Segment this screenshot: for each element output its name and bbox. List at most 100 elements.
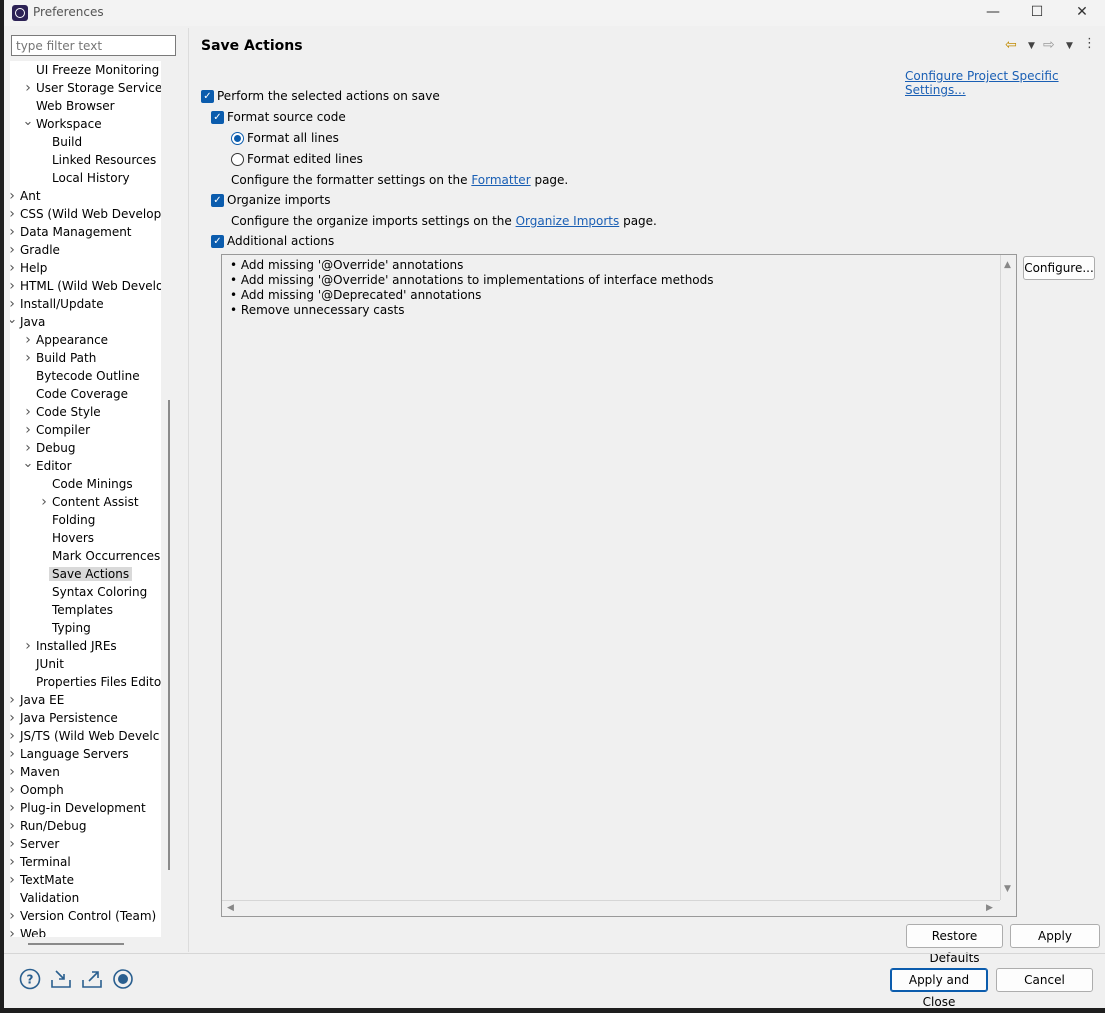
- tree-item[interactable]: ›Run/Debug: [10, 817, 87, 835]
- chevron-down-icon[interactable]: ⌄: [20, 455, 36, 473]
- tree-item[interactable]: ›CSS (Wild Web Develop: [10, 205, 161, 223]
- forward-arrow-icon[interactable]: ⇨: [1043, 37, 1055, 53]
- tree-item[interactable]: ›HTML (Wild Web Develo: [10, 277, 161, 295]
- tree-item[interactable]: ›Maven: [10, 763, 60, 781]
- tree-item[interactable]: UI Freeze Monitoring: [20, 61, 159, 79]
- additional-actions-list[interactable]: Add missing '@Override' annotationsAdd m…: [221, 254, 1017, 917]
- tree-item[interactable]: ›Install/Update: [10, 295, 104, 313]
- chevron-right-icon[interactable]: ›: [20, 637, 36, 655]
- tree-item[interactable]: ›Ant: [10, 187, 41, 205]
- tree-item[interactable]: ›Gradle: [10, 241, 60, 259]
- tree-item[interactable]: ›Help: [10, 259, 47, 277]
- tree-item[interactable]: › User Storage Service: [20, 79, 161, 97]
- tree-vertical-scrollbar[interactable]: [168, 400, 170, 870]
- chevron-right-icon[interactable]: ›: [10, 709, 20, 727]
- chevron-right-icon[interactable]: ›: [10, 925, 20, 937]
- close-button[interactable]: ✕: [1059, 0, 1105, 26]
- view-menu-icon[interactable]: ⋮: [1083, 36, 1096, 51]
- tree-item[interactable]: Syntax Coloring: [36, 583, 147, 601]
- chevron-down-icon[interactable]: ⌄: [10, 311, 20, 329]
- chevron-right-icon[interactable]: ›: [20, 331, 36, 349]
- tree-horizontal-scrollbar[interactable]: [28, 943, 124, 945]
- tree-item[interactable]: › Code Style: [20, 403, 101, 421]
- tree-item[interactable]: › Installed JREs: [20, 637, 116, 655]
- maximize-button[interactable]: ☐: [1014, 0, 1060, 26]
- additional-actions-checkbox[interactable]: ✓: [211, 235, 224, 248]
- minimize-button[interactable]: —: [970, 0, 1016, 26]
- chevron-right-icon[interactable]: ›: [10, 835, 20, 853]
- actions-horizontal-scrollbar[interactable]: ◀ ▶: [222, 900, 1000, 916]
- chevron-right-icon[interactable]: ›: [10, 241, 20, 259]
- perform-actions-checkbox[interactable]: ✓: [201, 90, 214, 103]
- import-icon[interactable]: [50, 968, 72, 990]
- tree-item[interactable]: Build: [36, 133, 82, 151]
- tree-item[interactable]: ›Oomph: [10, 781, 64, 799]
- tree-item[interactable]: Linked Resources: [36, 151, 156, 169]
- tree-item[interactable]: ›Data Management: [10, 223, 132, 241]
- tree-item[interactable]: › Appearance: [20, 331, 108, 349]
- tree-item[interactable]: ⌄ Java: [10, 311, 45, 331]
- chevron-right-icon[interactable]: ›: [10, 187, 20, 205]
- chevron-right-icon[interactable]: ›: [10, 817, 20, 835]
- chevron-right-icon[interactable]: ›: [20, 349, 36, 367]
- chevron-right-icon[interactable]: ›: [10, 205, 20, 223]
- formatter-link[interactable]: Formatter: [471, 173, 530, 187]
- forward-dropdown-icon[interactable]: ▼: [1066, 41, 1073, 51]
- restore-defaults-button[interactable]: Restore Defaults: [906, 924, 1003, 965]
- apply-and-close-button[interactable]: Apply and Close: [890, 968, 988, 1009]
- tree-item[interactable]: Code Coverage: [20, 385, 128, 403]
- tree-item[interactable]: › Compiler: [20, 421, 90, 439]
- tree-item[interactable]: ›Version Control (Team): [10, 907, 156, 925]
- chevron-right-icon[interactable]: ›: [10, 799, 20, 817]
- format-edited-lines-radio[interactable]: [231, 153, 244, 166]
- organize-imports-checkbox[interactable]: ✓: [211, 194, 224, 207]
- scroll-down-icon[interactable]: ▼: [1004, 884, 1011, 894]
- configure-button[interactable]: Configure...: [1023, 256, 1095, 280]
- chevron-right-icon[interactable]: ›: [20, 79, 36, 97]
- scroll-up-icon[interactable]: ▲: [1004, 260, 1011, 270]
- apply-button[interactable]: Apply: [1010, 924, 1100, 948]
- chevron-down-icon[interactable]: ⌄: [20, 113, 36, 131]
- actions-vertical-scrollbar[interactable]: ▲ ▼: [1000, 255, 1016, 900]
- tree-item[interactable]: ⌄ Workspace: [20, 113, 102, 133]
- chevron-right-icon[interactable]: ›: [10, 781, 20, 799]
- tree-item[interactable]: JUnit: [20, 655, 64, 673]
- format-source-checkbox[interactable]: ✓: [211, 111, 224, 124]
- back-arrow-icon[interactable]: ⇦: [1005, 37, 1017, 53]
- help-icon[interactable]: ?: [19, 968, 41, 990]
- chevron-right-icon[interactable]: ›: [10, 259, 20, 277]
- chevron-right-icon[interactable]: ›: [10, 853, 20, 871]
- chevron-right-icon[interactable]: ›: [36, 493, 52, 511]
- tree-item[interactable]: Validation: [10, 889, 79, 907]
- tree-item[interactable]: ›Plug-in Development: [10, 799, 146, 817]
- chevron-right-icon[interactable]: ›: [20, 403, 36, 421]
- tree-item[interactable]: › Content Assist: [36, 493, 138, 511]
- tree-item[interactable]: Templates: [36, 601, 113, 619]
- chevron-right-icon[interactable]: ›: [10, 745, 20, 763]
- panel-splitter[interactable]: [188, 28, 189, 952]
- tree-item[interactable]: Bytecode Outline: [20, 367, 140, 385]
- tree-item[interactable]: ›Language Servers: [10, 745, 129, 763]
- tree-item[interactable]: Properties Files Edito: [20, 673, 161, 691]
- chevron-right-icon[interactable]: ›: [10, 727, 20, 745]
- scroll-right-icon[interactable]: ▶: [986, 903, 993, 913]
- chevron-right-icon[interactable]: ›: [10, 223, 20, 241]
- tree-item[interactable]: Code Minings: [36, 475, 133, 493]
- tree-item[interactable]: ›Terminal: [10, 853, 71, 871]
- tree-item[interactable]: Typing: [36, 619, 91, 637]
- chevron-right-icon[interactable]: ›: [10, 907, 20, 925]
- configure-project-settings-link[interactable]: Configure Project Specific Settings...: [905, 69, 1105, 97]
- tree-item[interactable]: Folding: [36, 511, 95, 529]
- chevron-right-icon[interactable]: ›: [10, 277, 20, 295]
- filter-input[interactable]: [11, 35, 176, 56]
- cancel-button[interactable]: Cancel: [996, 968, 1093, 992]
- chevron-right-icon[interactable]: ›: [10, 763, 20, 781]
- chevron-right-icon[interactable]: ›: [10, 691, 20, 709]
- format-all-lines-radio[interactable]: [231, 132, 244, 145]
- scroll-left-icon[interactable]: ◀: [227, 903, 234, 913]
- tree-item[interactable]: ›JS/TS (Wild Web Develc: [10, 727, 159, 745]
- chevron-right-icon[interactable]: ›: [10, 871, 20, 889]
- chevron-right-icon[interactable]: ›: [20, 421, 36, 439]
- tree-item[interactable]: › Build Path: [20, 349, 96, 367]
- tree-item[interactable]: Local History: [36, 169, 130, 187]
